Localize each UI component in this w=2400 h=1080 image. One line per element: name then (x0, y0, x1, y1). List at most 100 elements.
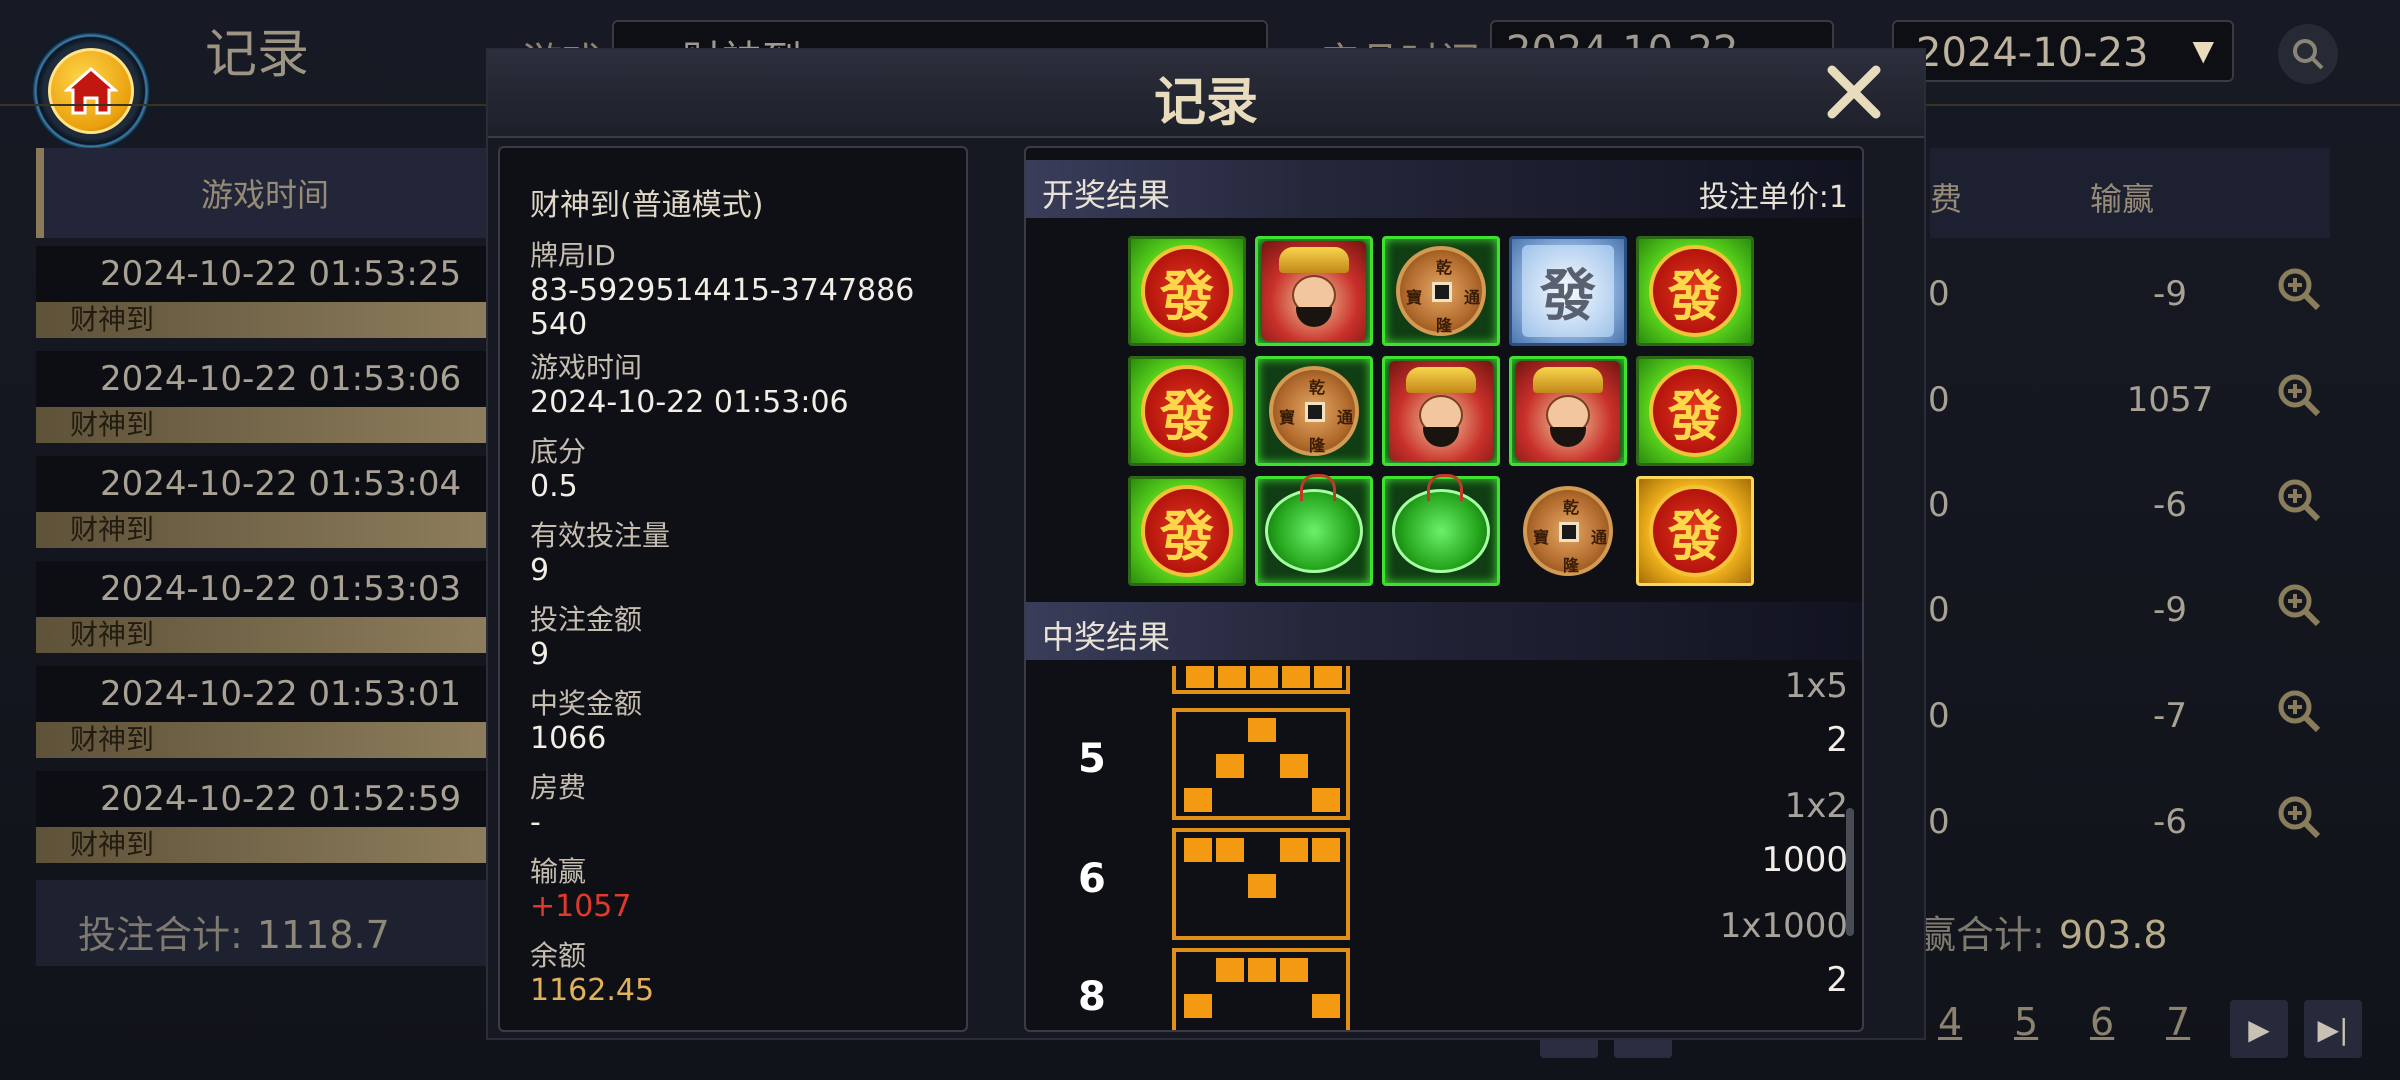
win-result-title: 中奖结果 (1042, 618, 1171, 656)
symbol-art (1296, 307, 1332, 327)
symbol-art (1559, 522, 1579, 542)
table-row[interactable]: 2024-10-22 01:53:06 财神到 (36, 351, 486, 443)
zoom-in-icon[interactable] (2276, 266, 2322, 321)
row-time: 2024-10-22 01:53:25 (36, 246, 486, 302)
symbol-art (1533, 367, 1603, 393)
payline-cell (1314, 666, 1342, 688)
symbol-art (1279, 247, 1349, 273)
table-row[interactable]: 2024-10-22 01:53:03 财神到 (36, 561, 486, 653)
jade-toad-symbol-icon (1255, 474, 1373, 586)
win-total-label: 赢合计: (1918, 913, 2045, 957)
zoom-in-icon[interactable] (2276, 582, 2322, 637)
table-row[interactable]: 2024-10-22 01:53:25 财神到 (36, 246, 486, 338)
page-link[interactable]: 5 (2014, 1000, 2038, 1044)
row-win-loss: -9 (2153, 590, 2187, 630)
close-button[interactable] (1824, 62, 1884, 122)
reel-grid: 發乾隆通寶發發發乾隆通寶發發乾隆通寶發 (1128, 236, 1758, 596)
win-multiplier: 1x2 (1784, 786, 1848, 826)
round-id-label: 牌局ID (530, 239, 616, 272)
symbol-art: 乾 (1309, 378, 1326, 397)
page-link[interactable]: 6 (2090, 1000, 2114, 1044)
payline-cell (1280, 754, 1308, 778)
table-row-right: 0 -6 (1880, 475, 2350, 575)
record-detail-dialog: 记录 财神到(普通模式) 牌局ID 83-5929514415-3747886 … (486, 48, 1926, 1040)
next-page-button[interactable]: ▶ (2230, 1000, 2288, 1058)
table-row[interactable]: 2024-10-22 01:53:04 财神到 (36, 456, 486, 548)
fa-symbol-icon: 發 (1128, 236, 1246, 346)
row-fee: 0 (1928, 696, 1950, 736)
symbol-art (1550, 427, 1586, 447)
payline-cell (1184, 838, 1212, 862)
chevron-down-icon: ▼ (2192, 34, 2214, 67)
fa-symbol-icon: 發 (1128, 356, 1246, 466)
god-of-wealth-symbol-icon (1509, 356, 1627, 466)
search-button[interactable] (2278, 24, 2338, 84)
symbol-art: 發 (1649, 485, 1741, 577)
game-mode: 财神到(普通模式) (530, 188, 764, 223)
symbol-art (1423, 427, 1459, 447)
room-fee-label: 房费 (530, 771, 587, 804)
row-fee: 0 (1928, 274, 1950, 314)
table-row[interactable]: 2024-10-22 01:52:59 财神到 (36, 771, 486, 863)
row-game: 财神到 (36, 617, 486, 653)
zoom-in-icon[interactable] (2276, 372, 2322, 427)
fa-symbol-icon: 發 (1636, 356, 1754, 466)
symbol-art: 發 (1141, 485, 1233, 577)
table-row-right: 0 -7 (1880, 686, 2350, 786)
zoom-in-icon[interactable] (2276, 477, 2322, 532)
symbol-art: 寶 (1533, 528, 1550, 547)
page-title: 记录 (205, 25, 310, 85)
row-game: 财神到 (36, 407, 486, 443)
column-header-game-time: 游戏时间 (36, 148, 486, 238)
zoom-in-icon[interactable] (2276, 794, 2322, 849)
payline-cell (1184, 994, 1212, 1018)
payline-cell (1248, 718, 1276, 742)
table-row[interactable]: 2024-10-22 01:53:01 财神到 (36, 666, 486, 758)
payline-pattern (1172, 948, 1350, 1030)
game-time-label: 游戏时间 (530, 351, 643, 384)
page-link[interactable]: 7 (2166, 1000, 2190, 1044)
home-button[interactable] (30, 30, 152, 152)
symbol-art: 乾隆通 寶 (1523, 486, 1613, 576)
result-panel: 开奖结果 投注单价:1 發乾隆通寶發發發乾隆通寶發發乾隆通寶發 中奖结果 1x5… (1024, 146, 1864, 1032)
symbol-art: 通 (1337, 408, 1354, 427)
win-result-header: 中奖结果 (1026, 602, 1862, 660)
row-game: 财神到 (36, 827, 486, 863)
row-time: 2024-10-22 01:53:04 (36, 456, 486, 512)
column-header-fee: 费 (1930, 180, 1963, 218)
table-row-right: 0 -9 (1880, 264, 2350, 364)
symbol-art: 發 (1141, 245, 1233, 337)
win-total: 赢合计: 903.8 (1880, 880, 2350, 966)
payline-cell (1312, 788, 1340, 812)
payline-number: 8 (1078, 974, 1106, 1020)
zoom-in-icon[interactable] (2276, 688, 2322, 743)
date-to-value: 2024-10-23 (1916, 30, 2149, 76)
payline-cell (1216, 754, 1244, 778)
row-game: 财神到 (36, 302, 486, 338)
page-link[interactable]: 4 (1938, 1000, 1962, 1044)
date-to-select[interactable]: 2024-10-23 ▼ (1892, 20, 2234, 82)
symbol-art: 通 (1464, 288, 1481, 307)
row-time: 2024-10-22 01:53:01 (36, 666, 486, 722)
round-id-value-cont: 540 (530, 307, 588, 342)
fa-symbol-icon: 發 (1128, 476, 1246, 586)
symbol-art (1305, 402, 1325, 422)
row-fee: 0 (1928, 380, 1950, 420)
scrollbar[interactable] (1846, 808, 1854, 936)
payline-cell (1218, 666, 1246, 688)
payline-cell (1312, 838, 1340, 862)
home-icon (48, 48, 134, 134)
last-page-button[interactable]: ▶| (2304, 1000, 2362, 1058)
win-amount: 1000 (1761, 840, 1848, 880)
symbol-art: 通 (1591, 528, 1608, 547)
fa-wild-symbol-icon: 發 (1636, 476, 1754, 586)
table-row-right: 0 1057 (1880, 370, 2350, 470)
payline-number: 6 (1078, 856, 1106, 902)
win-amount-value: 1066 (530, 721, 607, 756)
row-fee: 0 (1928, 485, 1950, 525)
row-fee: 0 (1928, 590, 1950, 630)
win-lines-list[interactable]: 1x5 2 5 1x2 1000 6 1x1000 2 8 (1026, 666, 1862, 1030)
skip-end-icon: ▶| (2317, 1012, 2349, 1046)
row-fee: 0 (1928, 802, 1950, 842)
room-fee-value: - (530, 805, 541, 840)
